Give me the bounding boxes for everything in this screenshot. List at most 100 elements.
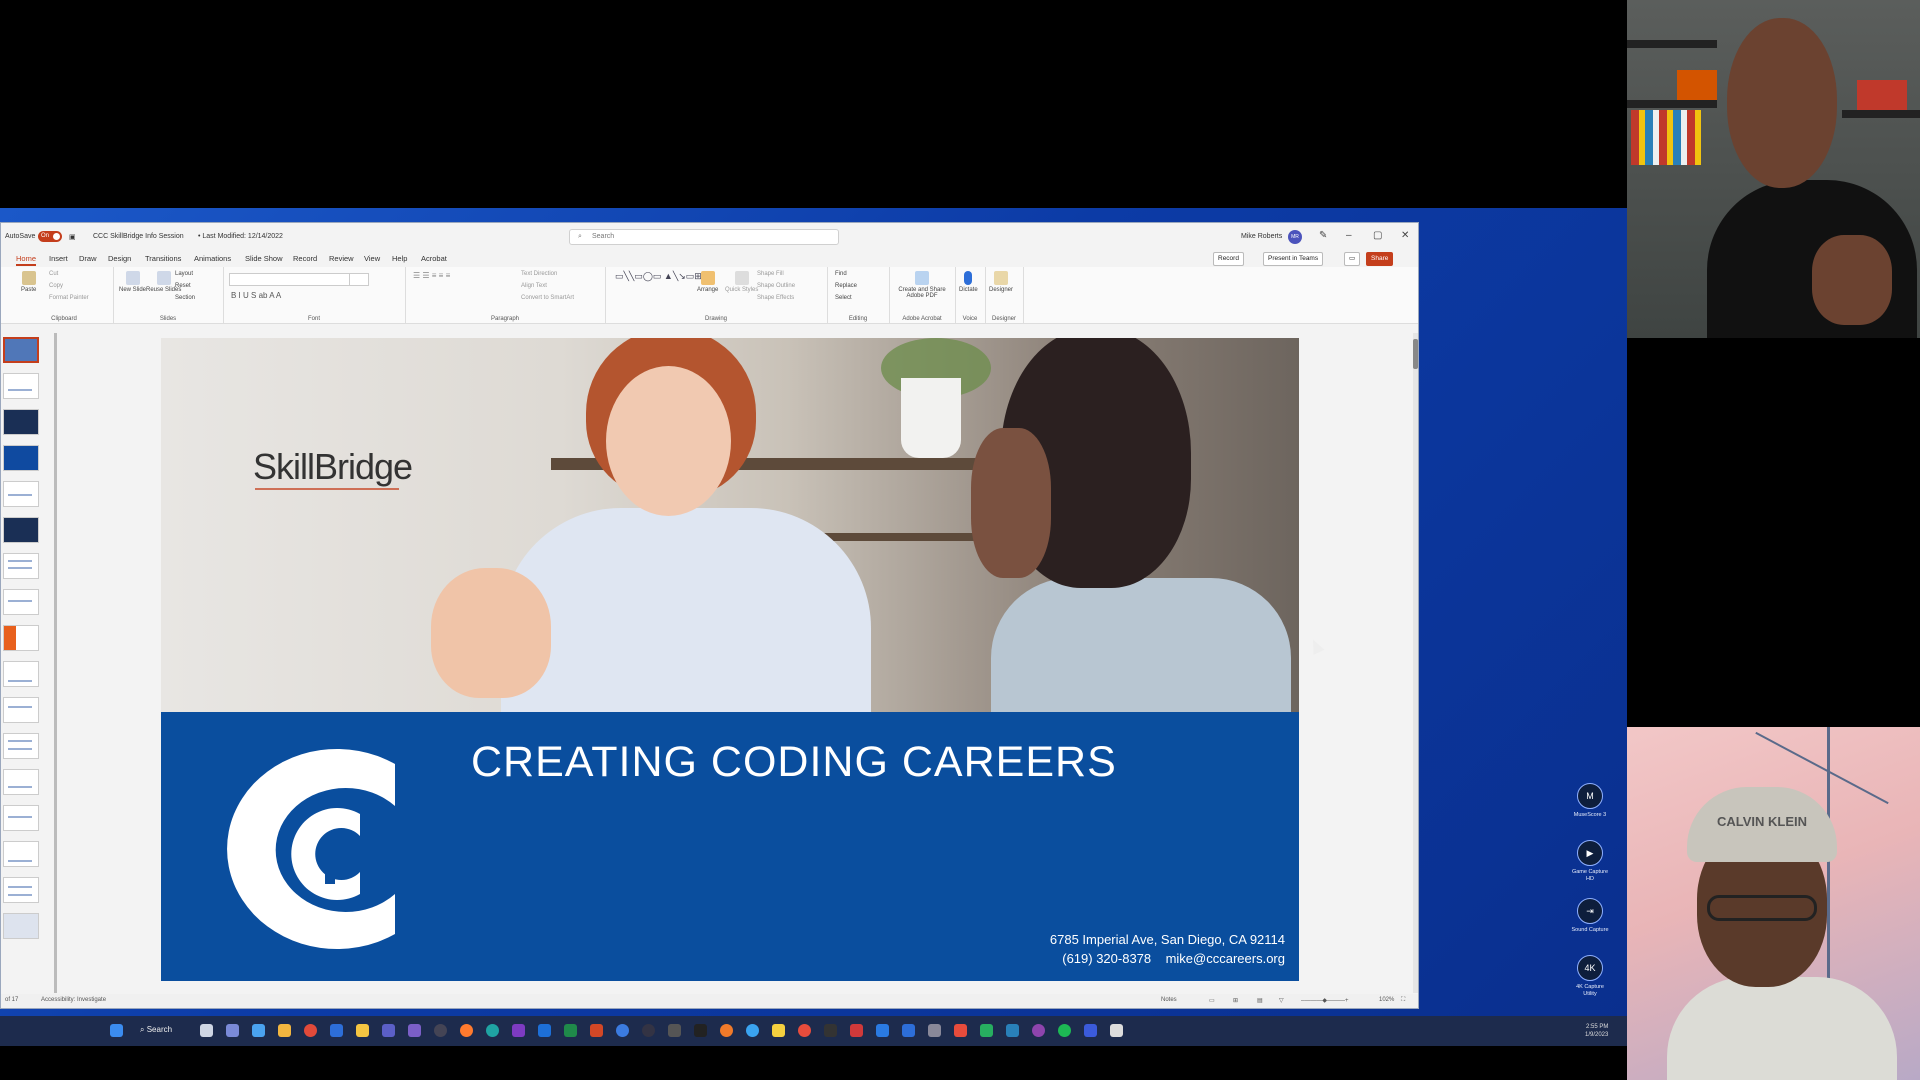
save-icon[interactable]: ▣ [69,233,76,241]
accessibility-status[interactable]: Accessibility: Investigate [41,997,106,1003]
user-name[interactable]: Mike Roberts [1241,233,1282,240]
edge-icon[interactable] [486,1024,499,1037]
slide-thumbnail[interactable] [3,841,39,867]
autosave-toggle[interactable]: On [38,231,62,242]
slide-thumbnail[interactable] [3,589,39,615]
find-button[interactable]: Find [835,271,847,277]
section-button[interactable]: Section [175,295,195,301]
vertical-scrollbar[interactable] [1413,333,1418,993]
designer-button[interactable]: Designer [989,271,1013,293]
excel-icon[interactable] [564,1024,577,1037]
vscode-icon[interactable] [330,1024,343,1037]
arrange-button[interactable]: Arrange [697,271,718,293]
app-icon[interactable] [746,1024,759,1037]
slide-thumbnail[interactable] [3,445,39,471]
app-icon[interactable] [616,1024,629,1037]
chrome-icon[interactable] [304,1024,317,1037]
zoom-level[interactable]: 102% [1379,997,1394,1003]
quick-styles-button[interactable]: Quick Styles [725,271,758,293]
select-button[interactable]: Select [835,295,852,301]
spotify-icon[interactable] [1058,1024,1071,1037]
shape-fill-button[interactable]: Shape Fill [757,271,784,277]
app-icon[interactable] [668,1024,681,1037]
slideshow-icon[interactable]: ▽ [1279,997,1284,1004]
word-icon[interactable] [538,1024,551,1037]
app-icon[interactable] [720,1024,733,1037]
tab-draw[interactable]: Draw [79,254,97,263]
reading-view-icon[interactable]: ▤ [1257,997,1263,1004]
dictate-button[interactable]: Dictate [959,271,978,293]
app-icon[interactable] [980,1024,993,1037]
tab-home[interactable]: Home [16,254,37,266]
system-clock[interactable]: 2:55 PM 1/9/2023 [1585,1023,1608,1039]
app-icon[interactable] [408,1024,421,1037]
text-direction-button[interactable]: Text Direction [521,271,557,277]
font-name-input[interactable] [229,273,351,286]
shape-effects-button[interactable]: Shape Effects [757,295,794,301]
avatar[interactable]: MR [1288,230,1302,244]
search-input[interactable]: ⌕ Search [569,229,839,245]
slide-thumbnail[interactable] [3,769,39,795]
app-icon[interactable] [876,1024,889,1037]
normal-view-icon[interactable]: ▭ [1209,997,1215,1004]
list-icons[interactable]: ☰ ☰ ≡ ≡ ≡ [413,271,450,280]
zoom-slider[interactable]: –———◆———+ [1301,997,1348,1004]
notes-button[interactable]: Notes [1161,997,1177,1003]
tab-acrobat[interactable]: Acrobat [421,254,447,263]
slide-thumbnail[interactable] [3,373,39,399]
tab-view[interactable]: View [364,254,380,263]
tab-transitions[interactable]: Transitions [145,254,181,263]
powerpoint-icon[interactable] [590,1024,603,1037]
tab-design[interactable]: Design [108,254,131,263]
desktop-icon-sound-capture[interactable]: ⇥ Sound Capture [1570,898,1610,934]
convert-smartart-button[interactable]: Convert to SmartArt [521,295,574,301]
tab-record[interactable]: Record [293,254,317,263]
thumbnail-pane-divider[interactable] [54,333,57,993]
present-in-teams-button[interactable]: Present in Teams [1263,252,1324,266]
slide-thumbnail[interactable] [3,805,39,831]
new-slide-button[interactable]: New Slide [119,271,146,293]
maximize-icon[interactable]: ▢ [1373,230,1382,241]
slide-thumbnail[interactable] [3,553,39,579]
close-icon[interactable]: ✕ [1401,230,1409,241]
app-icon[interactable] [278,1024,291,1037]
app-icon[interactable] [772,1024,785,1037]
app-icon[interactable] [928,1024,941,1037]
terminal-icon[interactable] [824,1024,837,1037]
file-explorer-icon[interactable] [356,1024,369,1037]
tab-insert[interactable]: Insert [49,254,68,263]
slide-canvas[interactable]: SkillBridge CREATING CODING CAREERS 6785… [161,338,1299,981]
slide-thumbnail[interactable] [3,517,39,543]
slide-thumbnail[interactable] [3,625,39,651]
app-icon[interactable] [902,1024,915,1037]
minimize-icon[interactable]: – [1346,230,1352,241]
slide-thumbnail[interactable] [3,697,39,723]
filezilla-icon[interactable] [850,1024,863,1037]
fit-slide-icon[interactable]: ⛶ [1401,997,1405,1004]
font-format-icons[interactable]: B I U S ab A A [231,291,281,300]
slide-thumbnail[interactable] [3,913,39,939]
share-button[interactable]: Share [1366,252,1394,266]
tab-help[interactable]: Help [392,254,407,263]
app-icon[interactable] [1032,1024,1045,1037]
windows-start-icon[interactable] [110,1024,123,1037]
app-icon[interactable] [954,1024,967,1037]
slide-thumbnail[interactable] [3,733,39,759]
app-icon[interactable] [1006,1024,1019,1037]
tab-slide-show[interactable]: Slide Show [245,254,283,263]
desktop-icon-musescore[interactable]: M MuseScore 3 [1570,783,1610,819]
record-button[interactable]: Record [1213,252,1244,266]
font-size-input[interactable] [349,273,369,286]
layout-button[interactable]: Layout [175,271,193,277]
file-title[interactable]: CCC SkillBridge Info Session [93,233,184,240]
create-share-pdf-button[interactable]: Create and Share Adobe PDF [893,271,951,299]
pen-icon[interactable]: ✎ [1319,230,1327,241]
slide-thumbnail[interactable] [3,661,39,687]
app-icon[interactable] [642,1024,655,1037]
desktop-icon-game-capture[interactable]: ▶ Game Capture HD [1570,840,1610,883]
tab-review[interactable]: Review [329,254,354,263]
format-painter-button[interactable]: Format Painter [49,295,89,301]
desktop-icon-4k-capture[interactable]: 4K 4K Capture Utility [1570,955,1610,998]
shapes-gallery[interactable]: ▭╲╲▭◯▭ ▲╲↘▭⊞☆ [615,271,710,282]
slide-thumbnail[interactable] [3,877,39,903]
